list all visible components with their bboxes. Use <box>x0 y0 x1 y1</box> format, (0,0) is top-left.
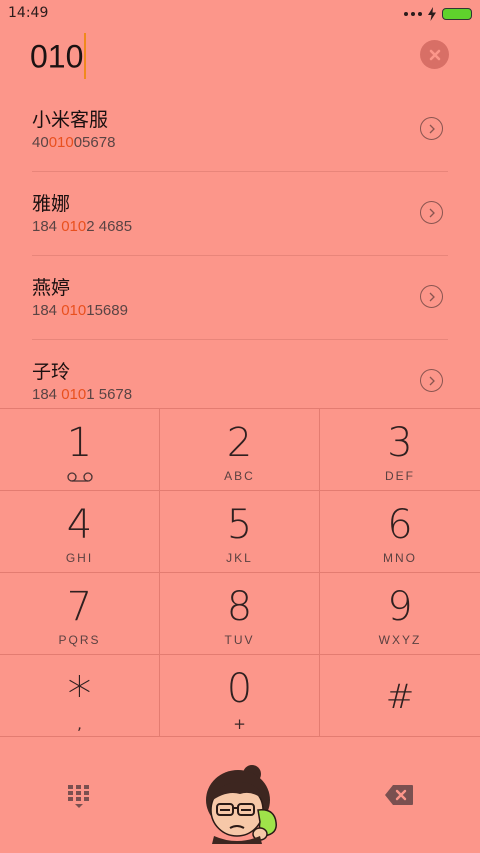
chevron-right-circle-icon <box>429 124 435 133</box>
chevron-right-circle-icon <box>429 376 435 385</box>
contact-number: 184 0102 4685 <box>32 218 133 235</box>
number-match: 010 <box>61 218 87 235</box>
key-digit: 2 <box>226 420 253 466</box>
key-digit: 6 <box>387 502 413 548</box>
key-letters: WXYZ <box>378 633 422 647</box>
key-5[interactable]: 5 JKL <box>160 491 320 573</box>
clear-input-button[interactable] <box>420 40 449 69</box>
contact-name: 小米客服 <box>32 109 109 131</box>
charging-bolt-icon <box>428 7 436 21</box>
key-digit: * <box>67 667 92 723</box>
chevron-right-circle-icon <box>429 292 435 301</box>
contact-number: 4001005678 <box>32 134 116 151</box>
contact-suggestions-list: 小米客服 4001005678 雅娜 184 0102 4685 燕婷 184 … <box>0 88 480 408</box>
contact-number: 184 01015689 <box>32 302 128 319</box>
key-digit: # <box>385 677 415 717</box>
contact-item[interactable]: 子玲 184 0101 5678 <box>0 340 480 408</box>
key-letters: GHI <box>65 551 94 565</box>
contact-item[interactable]: 燕婷 184 01015689 <box>0 256 480 340</box>
key-2[interactable]: 2 ABC <box>160 409 320 491</box>
contact-detail-button[interactable] <box>420 285 443 308</box>
key-digit: 5 <box>226 502 253 548</box>
contact-number: 184 0101 5678 <box>32 386 133 403</box>
dial-input-value: 010 <box>30 38 84 75</box>
key-7[interactable]: 7 PQRS <box>0 573 160 655</box>
key-letters: TUV <box>224 633 255 647</box>
key-letters: , <box>77 715 82 733</box>
key-digit: 1 <box>66 420 93 466</box>
key-8[interactable]: 8 TUV <box>160 573 320 655</box>
key-1[interactable]: 1 <box>0 409 160 491</box>
key-letters: JKL <box>226 551 253 565</box>
status-indicators <box>404 6 472 22</box>
contact-detail-button[interactable] <box>420 117 443 140</box>
contact-detail-button[interactable] <box>420 201 443 224</box>
key-letters: DEF <box>385 469 415 483</box>
key-letters: PQRS <box>58 633 101 647</box>
key-hash[interactable]: # <box>320 655 480 737</box>
signal-dots-icon <box>404 12 422 16</box>
chevron-right-circle-icon <box>429 208 435 217</box>
key-digit: 0 <box>226 666 253 712</box>
key-letters: + <box>233 715 246 733</box>
battery-icon <box>442 8 472 20</box>
key-digit: 9 <box>387 584 413 630</box>
number-match: 010 <box>61 302 87 319</box>
key-digit: 3 <box>387 420 413 466</box>
contact-name: 雅娜 <box>32 193 71 215</box>
key-0[interactable]: 0 + <box>160 655 320 737</box>
clear-input-icon <box>429 49 440 60</box>
text-caret <box>84 33 87 79</box>
contact-item[interactable]: 雅娜 184 0102 4685 <box>0 172 480 256</box>
dialer-screen: 14:49 010 小米客服 4001005678 雅娜 184 0102 46… <box>0 0 480 853</box>
contact-item[interactable]: 小米客服 4001005678 <box>0 88 480 172</box>
key-6[interactable]: 6 MNO <box>320 491 480 573</box>
keypad: 1 2 ABC 3 DEF 4 GHI 5 JKL 6 MNO 7 PQRS 8… <box>0 408 480 738</box>
contact-name: 子玲 <box>32 361 71 383</box>
key-3[interactable]: 3 DEF <box>320 409 480 491</box>
key-letters: MNO <box>383 551 417 565</box>
dialpad-icon[interactable] <box>66 783 92 809</box>
key-4[interactable]: 4 GHI <box>0 491 160 573</box>
status-time: 14:49 <box>8 5 49 21</box>
key-digit: 7 <box>66 584 93 630</box>
key-star[interactable]: * , <box>0 655 160 737</box>
number-match: 010 <box>48 134 74 151</box>
call-avatar-icon[interactable] <box>200 760 280 844</box>
contact-name: 燕婷 <box>32 277 71 299</box>
voicemail-icon <box>67 472 93 482</box>
dial-input-row: 010 <box>0 28 480 88</box>
key-letters: ABC <box>224 469 255 483</box>
number-match: 010 <box>61 386 87 403</box>
status-bar: 14:49 <box>0 0 480 28</box>
bottom-action-bar <box>0 738 480 853</box>
dial-input[interactable]: 010 <box>30 33 87 82</box>
key-digit: 4 <box>66 502 93 548</box>
key-9[interactable]: 9 WXYZ <box>320 573 480 655</box>
backspace-icon[interactable] <box>384 784 414 806</box>
contact-detail-button[interactable] <box>420 369 443 392</box>
key-digit: 8 <box>226 584 253 630</box>
